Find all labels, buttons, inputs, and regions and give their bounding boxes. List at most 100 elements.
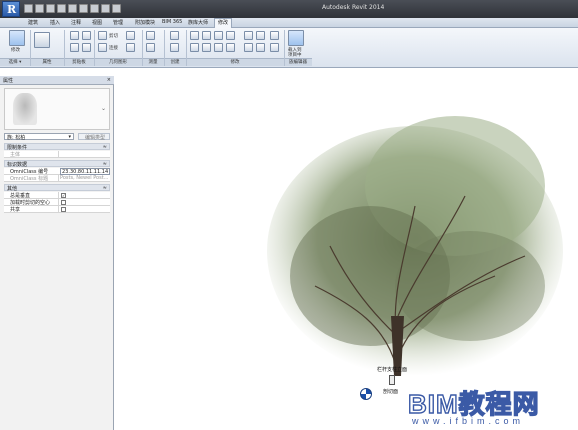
- tab-insert[interactable]: 插入: [50, 19, 60, 26]
- panel-divider: [142, 30, 143, 66]
- text-icon[interactable]: [79, 4, 88, 13]
- create-group-icon[interactable]: [170, 43, 179, 52]
- split-face-icon[interactable]: [126, 43, 135, 52]
- panel-modify: 修改: [186, 58, 284, 66]
- properties-title: 属性: [3, 78, 14, 84]
- property-label: OmniClass 编号: [10, 169, 49, 175]
- collapse-icon[interactable]: ≈: [103, 144, 107, 150]
- paint-icon[interactable]: [126, 31, 135, 40]
- unpin-icon[interactable]: [256, 43, 265, 52]
- properties-header: 属性 ×: [0, 76, 114, 85]
- shared-checkbox[interactable]: [61, 207, 66, 212]
- redo-icon[interactable]: [57, 4, 66, 13]
- type-preview[interactable]: ⌄: [4, 88, 110, 130]
- measure-distance-icon[interactable]: [146, 31, 155, 40]
- group-other[interactable]: 其他 ≈: [4, 184, 110, 192]
- property-label: 主体: [10, 152, 21, 158]
- trim-icon[interactable]: [226, 43, 235, 52]
- 3d-view-icon[interactable]: [90, 4, 99, 13]
- tab-architecture[interactable]: 建筑: [28, 19, 38, 26]
- tree-thumbnail: [13, 93, 37, 125]
- section-box-icon[interactable]: [389, 375, 395, 385]
- section-icon[interactable]: [101, 4, 110, 13]
- scale-icon[interactable]: [256, 31, 265, 40]
- split-element-icon[interactable]: [270, 31, 279, 40]
- property-row-shared: 共享: [4, 206, 110, 213]
- column-divider: [58, 175, 59, 182]
- dimension-icon[interactable]: [146, 43, 155, 52]
- pin-icon[interactable]: [244, 43, 253, 52]
- offset-icon[interactable]: [202, 31, 211, 40]
- save-icon[interactable]: [35, 4, 44, 13]
- tab-view[interactable]: 视图: [92, 19, 102, 26]
- cope-icon[interactable]: [98, 31, 107, 40]
- window-title: Autodesk Revit 2014: [322, 4, 385, 11]
- tab-family-library[interactable]: 族库大师: [188, 19, 208, 26]
- panel-divider: [186, 30, 187, 66]
- join-button-label[interactable]: 连接: [109, 45, 118, 51]
- modify-button-label: 修改: [11, 48, 20, 53]
- close-icon[interactable]: ×: [107, 77, 111, 83]
- panel-properties: 属性: [30, 58, 64, 66]
- cut-with-voids-checkbox[interactable]: [61, 200, 66, 205]
- navigation-wheel-icon[interactable]: [360, 388, 372, 400]
- join-icon[interactable]: [98, 43, 107, 52]
- panel-divider: [94, 30, 95, 66]
- copy-icon[interactable]: [70, 43, 79, 52]
- property-row-omniclass-title: OmniClass 标题 Posts, Newel Post...: [4, 175, 110, 182]
- edit-type-button[interactable]: 编辑类型: [78, 133, 110, 141]
- tab-addins[interactable]: 附加模块: [135, 19, 155, 26]
- paste-icon[interactable]: [70, 31, 79, 40]
- tab-modify[interactable]: 修改: [214, 18, 233, 28]
- group-identity-data[interactable]: 标识数据 ≈: [4, 160, 110, 168]
- type-selector[interactable]: 族: 松柏 ▾: [4, 133, 74, 141]
- elevation-annotation[interactable]: 栏杆支柱立面: [377, 366, 407, 373]
- tab-annotate[interactable]: 注释: [71, 19, 81, 26]
- align-icon[interactable]: [190, 31, 199, 40]
- move-icon[interactable]: [190, 43, 199, 52]
- property-row-host: 主体: [4, 151, 110, 158]
- panel-select[interactable]: 选择 ▾: [0, 58, 30, 66]
- panel-divider: [64, 30, 65, 66]
- drawing-canvas[interactable]: 栏杆支柱立面 剖切面: [115, 76, 578, 430]
- group-constraints[interactable]: 限制条件 ≈: [4, 143, 110, 151]
- ribbon-tab-bar: 建筑 插入 注释 视图 管理 附加模块 BIM 365 族库大师 修改: [0, 18, 578, 28]
- cut-button-label[interactable]: 剪切: [109, 33, 118, 39]
- always-vertical-checkbox[interactable]: ✓: [61, 193, 66, 198]
- rotate-icon[interactable]: [214, 43, 223, 52]
- tab-bim365[interactable]: BIM 365: [162, 19, 182, 25]
- watermark-url: www.ifbim.com: [412, 416, 525, 426]
- array-icon[interactable]: [244, 31, 253, 40]
- mirror-axis-icon[interactable]: [214, 31, 223, 40]
- modify-arrow-icon[interactable]: [9, 30, 25, 46]
- chevron-down-icon[interactable]: ▾: [68, 134, 71, 140]
- load-into-project-icon[interactable]: [288, 30, 304, 46]
- property-label: 共享: [10, 207, 21, 213]
- tab-manage[interactable]: 管理: [113, 19, 123, 26]
- edit-type-label: 编辑类型: [85, 135, 106, 141]
- create-similar-icon[interactable]: [170, 31, 179, 40]
- collapse-icon[interactable]: ≈: [103, 161, 107, 167]
- cut-clipboard-icon[interactable]: [82, 31, 91, 40]
- properties-icon[interactable]: [34, 32, 50, 48]
- panel-divider: [284, 30, 285, 66]
- column-divider: [58, 199, 59, 206]
- collapse-icon[interactable]: ≈: [103, 185, 107, 191]
- chevron-down-icon[interactable]: ⌄: [101, 105, 106, 112]
- section-annotation[interactable]: 剖切面: [383, 388, 398, 395]
- close-hidden-icon[interactable]: [112, 4, 121, 13]
- undo-icon[interactable]: [46, 4, 55, 13]
- mirror-draw-icon[interactable]: [226, 31, 235, 40]
- panel-divider: [30, 30, 31, 66]
- match-type-icon[interactable]: [82, 43, 91, 52]
- open-icon[interactable]: [24, 4, 33, 13]
- copy-element-icon[interactable]: [202, 43, 211, 52]
- property-row-cut-with-voids: 加载时剪切的空心: [4, 199, 110, 206]
- panel-divider: [164, 30, 165, 66]
- measure-icon[interactable]: [68, 4, 77, 13]
- tree-model: [267, 116, 563, 376]
- delete-icon[interactable]: [270, 43, 279, 52]
- revit-app-button[interactable]: R: [2, 1, 20, 17]
- group-label: 标识数据: [7, 162, 28, 168]
- omniclass-number-field[interactable]: 23.30.80.11.11.14: [60, 168, 110, 175]
